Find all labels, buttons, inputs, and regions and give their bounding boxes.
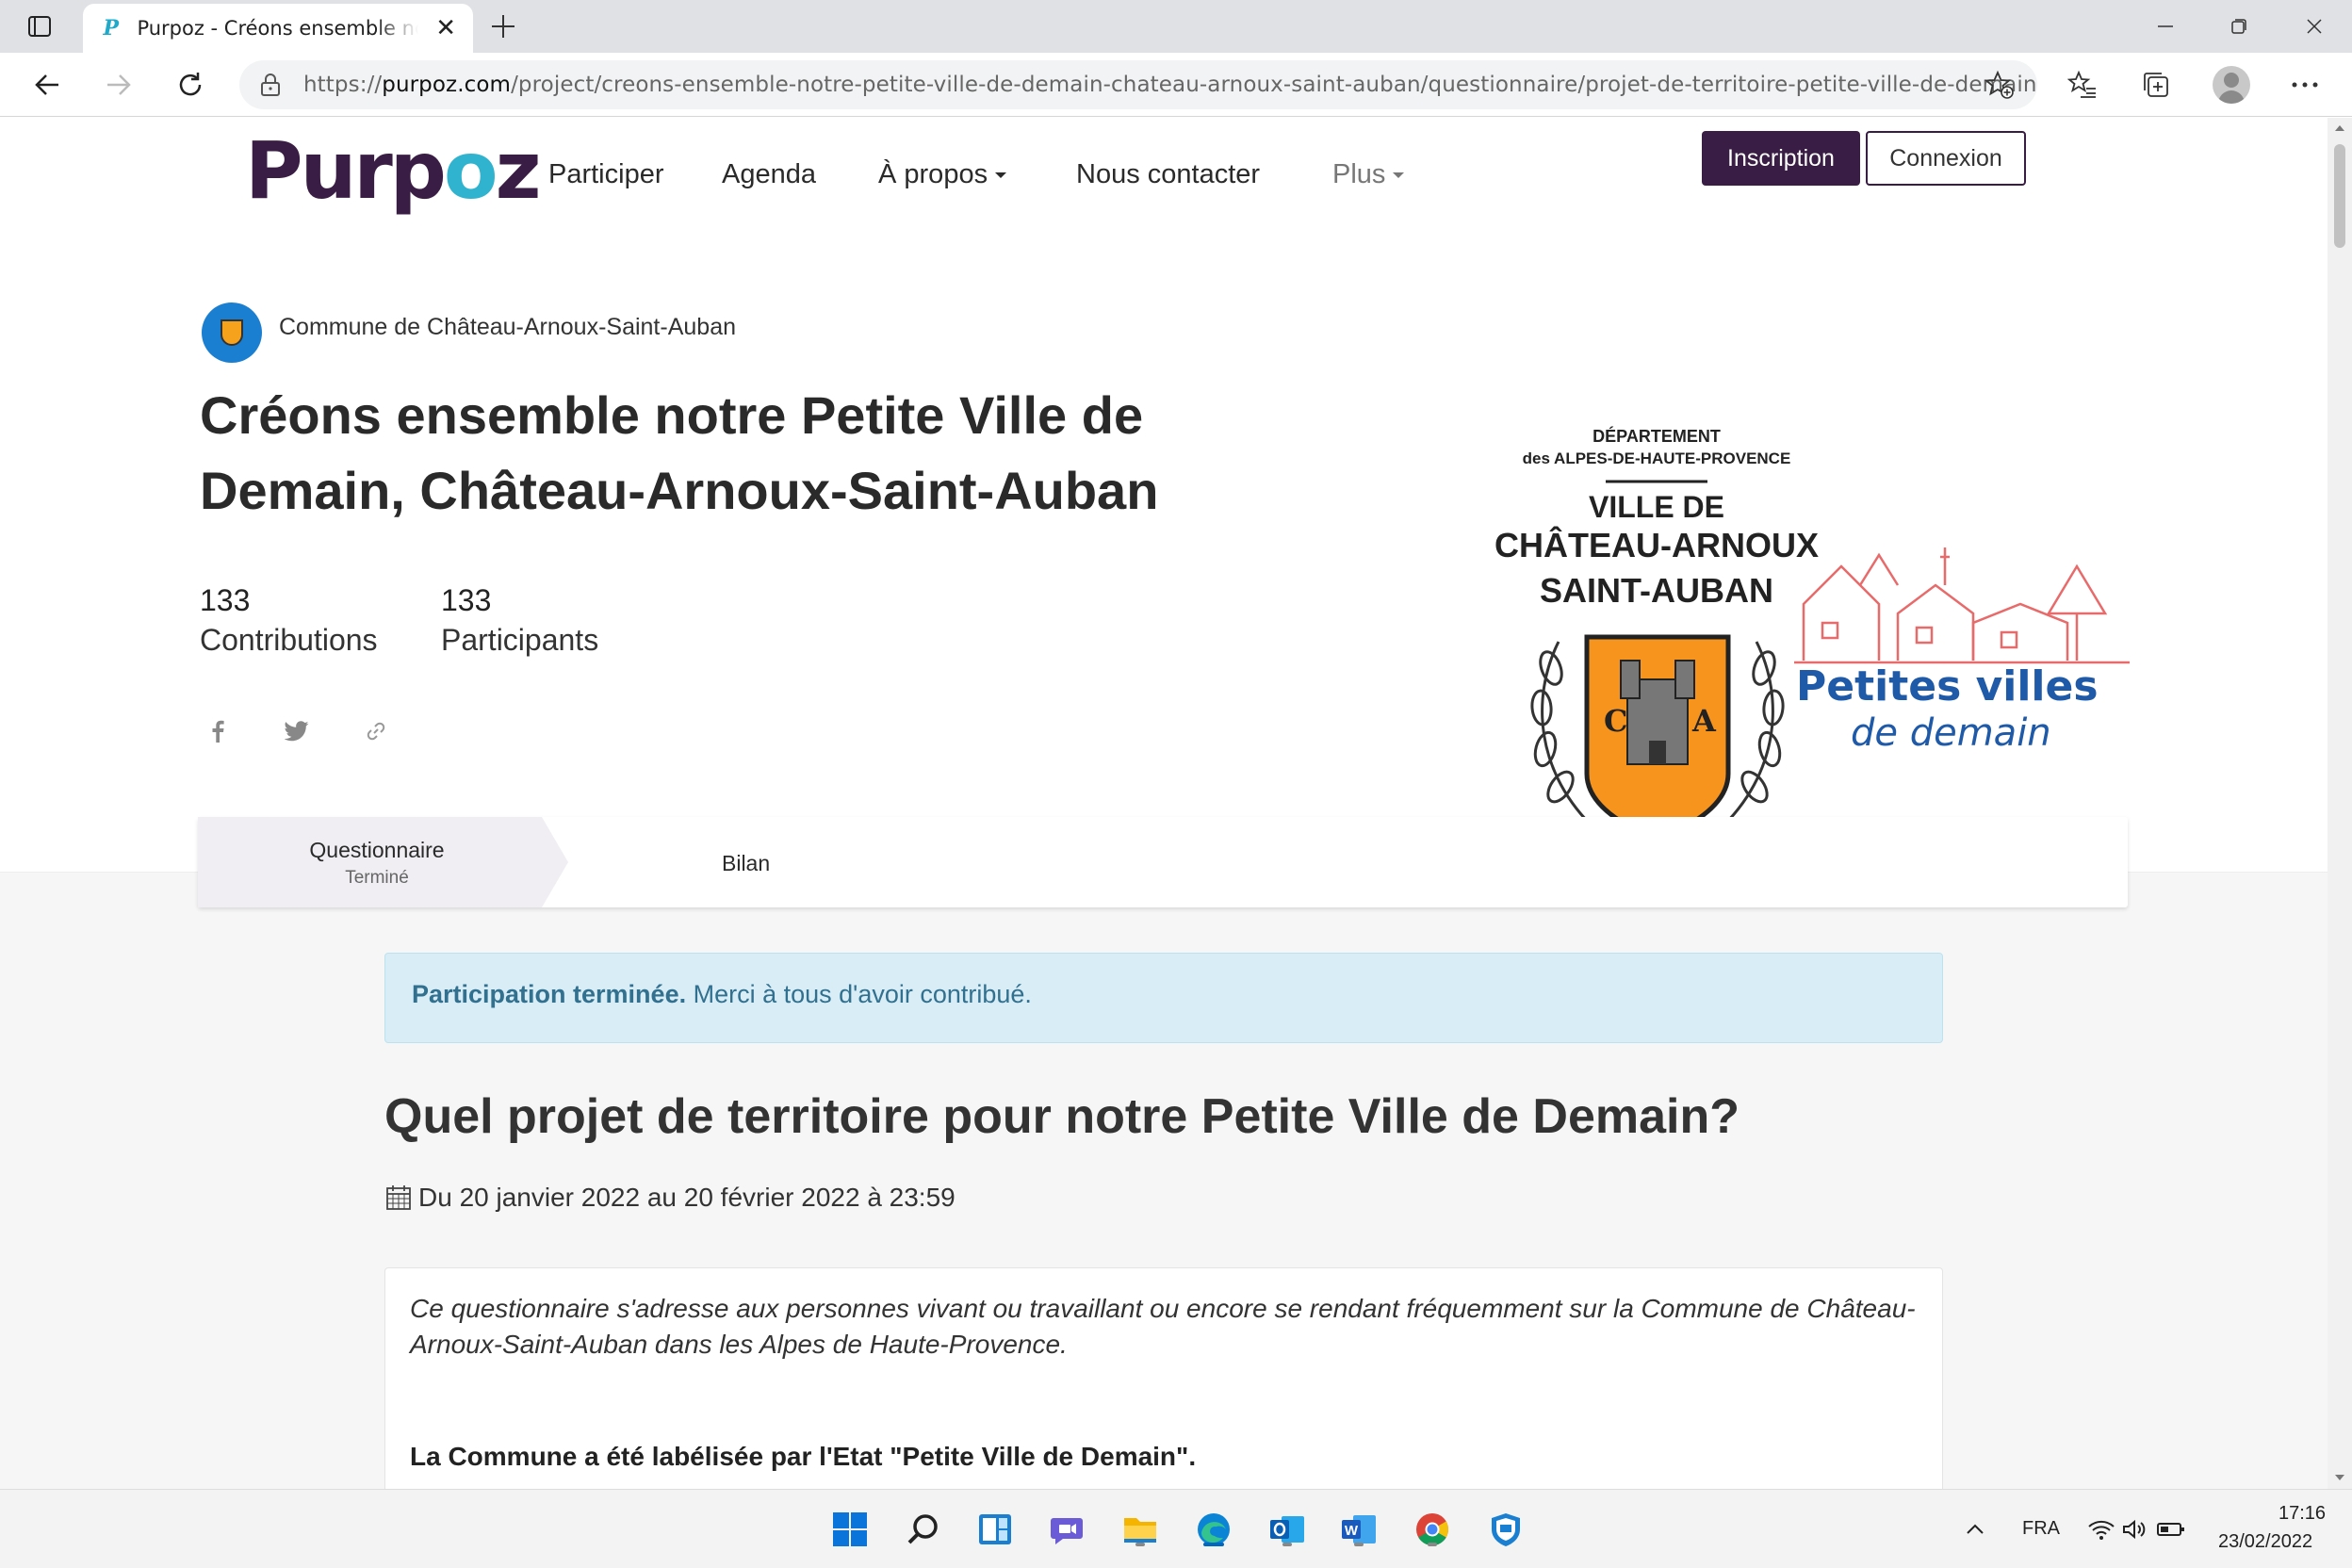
file-explorer-icon[interactable]	[1119, 1509, 1161, 1550]
chat-icon[interactable]	[1046, 1509, 1087, 1550]
town-lineart-icon	[1794, 547, 2130, 664]
label-statement: La Commune a été labélisée par l'Etat "P…	[410, 1442, 1197, 1471]
add-favorite-icon[interactable]	[1984, 70, 2015, 104]
start-icon[interactable]	[829, 1509, 871, 1550]
more-icon[interactable]	[2286, 66, 2324, 104]
connexion-button[interactable]: Connexion	[1866, 131, 2026, 186]
org-name[interactable]: Commune de Château-Arnoux-Saint-Auban	[279, 314, 736, 341]
svg-text:de demain: de demain	[1851, 711, 2051, 755]
url-text: https://purpoz.com/project/creons-ensemb…	[303, 73, 2037, 97]
twitter-icon[interactable]	[283, 717, 311, 745]
scroll-thumb[interactable]	[2334, 144, 2345, 248]
participation-ended-alert: Participation terminée. Merci à tous d'a…	[384, 953, 1943, 1043]
step-bilan[interactable]: Bilan	[722, 851, 770, 876]
running-indicator	[1354, 1543, 1364, 1546]
windows-taskbar: W FRA 17:16 23/02/2022	[0, 1489, 2352, 1568]
questionnaire-dates-text: Du 20 janvier 2022 au 20 février 2022 à …	[418, 1183, 956, 1212]
edge-icon[interactable]	[1193, 1509, 1234, 1550]
coat-of-arms-icon	[220, 319, 243, 346]
caret-down-icon	[995, 172, 1007, 179]
ville-logo-banner: DÉPARTEMENT des ALPES-DE-HAUTE-PROVENCE …	[1494, 426, 2130, 842]
chevron-up-icon[interactable]	[1954, 1509, 1996, 1550]
language-indicator[interactable]: FRA	[2022, 1518, 2060, 1540]
svg-text:A: A	[1691, 703, 1717, 739]
svg-text:W: W	[1345, 1523, 1359, 1539]
svg-text:CHÂTEAU-ARNOUX: CHÂTEAU-ARNOUX	[1494, 525, 1819, 564]
active-indicator	[1203, 1543, 1224, 1546]
questionnaire-title: Quel projet de territoire pour notre Pet…	[384, 1089, 1740, 1144]
widgets-icon[interactable]	[974, 1509, 1016, 1550]
running-indicator	[1428, 1543, 1437, 1546]
project-steps: Questionnaire Terminé Bilan	[198, 817, 2128, 907]
clock-time[interactable]: 17:16	[2278, 1503, 2326, 1525]
project-title: Créons ensemble notre Petite Ville de De…	[200, 385, 1159, 520]
plus-icon[interactable]	[486, 9, 520, 43]
scroll-down-icon[interactable]	[2335, 1475, 2344, 1480]
refresh-icon[interactable]	[172, 66, 209, 104]
participants-label: Participants	[441, 623, 599, 657]
running-indicator	[1282, 1543, 1292, 1546]
calendar-icon	[386, 1185, 411, 1210]
facebook-icon[interactable]	[204, 717, 232, 745]
step-questionnaire-status: Terminé	[345, 868, 409, 888]
svg-text:C: C	[1604, 703, 1627, 739]
profile-icon[interactable]	[2213, 66, 2250, 104]
tab-title: Purpoz - Créons ensemble notre Petite Vi…	[137, 17, 418, 40]
svg-text:VILLE DE: VILLE DE	[1589, 490, 1724, 524]
word-icon[interactable]: W	[1338, 1509, 1380, 1550]
forward-icon[interactable]	[100, 66, 138, 104]
svg-text:DÉPARTEMENT: DÉPARTEMENT	[1592, 426, 1721, 446]
address-bar: https://purpoz.com/project/creons-ensemb…	[0, 53, 2352, 117]
nav-participer[interactable]: Participer	[548, 159, 664, 190]
search-icon[interactable]	[903, 1509, 944, 1550]
minimize-icon[interactable]	[2147, 8, 2184, 45]
nav-plus[interactable]: Plus	[1332, 159, 1405, 190]
svg-text:SAINT-AUBAN: SAINT-AUBAN	[1540, 571, 1773, 610]
nav-contact[interactable]: Nous contacter	[1076, 159, 1260, 190]
participants-count: 133	[441, 583, 492, 617]
svg-text:des ALPES-DE-HAUTE-PROVENCE: des ALPES-DE-HAUTE-PROVENCE	[1523, 449, 1791, 467]
questionnaire-description-card: Ce questionnaire s'adresse aux personnes…	[384, 1267, 1943, 1489]
lock-icon[interactable]	[260, 73, 285, 97]
back-icon[interactable]	[28, 66, 66, 104]
nav-apropos[interactable]: À propos	[878, 159, 1007, 190]
svg-text:Petites villes: Petites villes	[1796, 662, 2099, 710]
inscription-button[interactable]: Inscription	[1702, 131, 1860, 186]
questionnaire-dates: Du 20 janvier 2022 au 20 février 2022 à …	[384, 1183, 956, 1213]
running-indicator	[1135, 1543, 1145, 1546]
purpoz-logo[interactable]: Purpoz	[245, 131, 542, 210]
close-icon[interactable]: ✕	[435, 16, 456, 41]
step-questionnaire-title: Questionnaire	[309, 838, 445, 862]
questionnaire-description: Ce questionnaire s'adresse aux personnes…	[410, 1294, 1916, 1359]
battery-icon[interactable]	[2150, 1509, 2192, 1550]
scroll-up-icon[interactable]	[2335, 125, 2344, 131]
contributions-label: Contributions	[200, 623, 378, 657]
security-icon[interactable]	[1485, 1509, 1527, 1550]
contributions-count: 133	[200, 583, 251, 617]
outlook-icon[interactable]	[1266, 1509, 1308, 1550]
nav-agenda[interactable]: Agenda	[722, 159, 816, 190]
link-icon[interactable]	[362, 717, 390, 745]
tab-actions-icon[interactable]	[21, 11, 58, 41]
clock-date[interactable]: 23/02/2022	[2218, 1531, 2312, 1553]
collections-icon[interactable]	[2137, 66, 2175, 104]
chrome-icon[interactable]	[1412, 1509, 1453, 1550]
favorites-icon[interactable]	[2064, 66, 2101, 104]
tab-bar: P Purpoz - Créons ensemble notre Petite …	[0, 0, 2352, 53]
purpoz-favicon-icon: P	[103, 16, 119, 41]
caret-down-icon	[1393, 172, 1405, 179]
active-tab[interactable]: P Purpoz - Créons ensemble notre Petite …	[83, 4, 473, 53]
page-scrollbar[interactable]	[2328, 118, 2352, 1489]
org-avatar[interactable]	[202, 302, 262, 363]
page-viewport: Purpoz Participer Agenda À propos Nous c…	[0, 118, 2328, 1489]
close-window-icon[interactable]	[2295, 8, 2333, 45]
url-input[interactable]: https://purpoz.com/project/creons-ensemb…	[239, 60, 2037, 109]
restore-icon[interactable]	[2220, 8, 2258, 45]
